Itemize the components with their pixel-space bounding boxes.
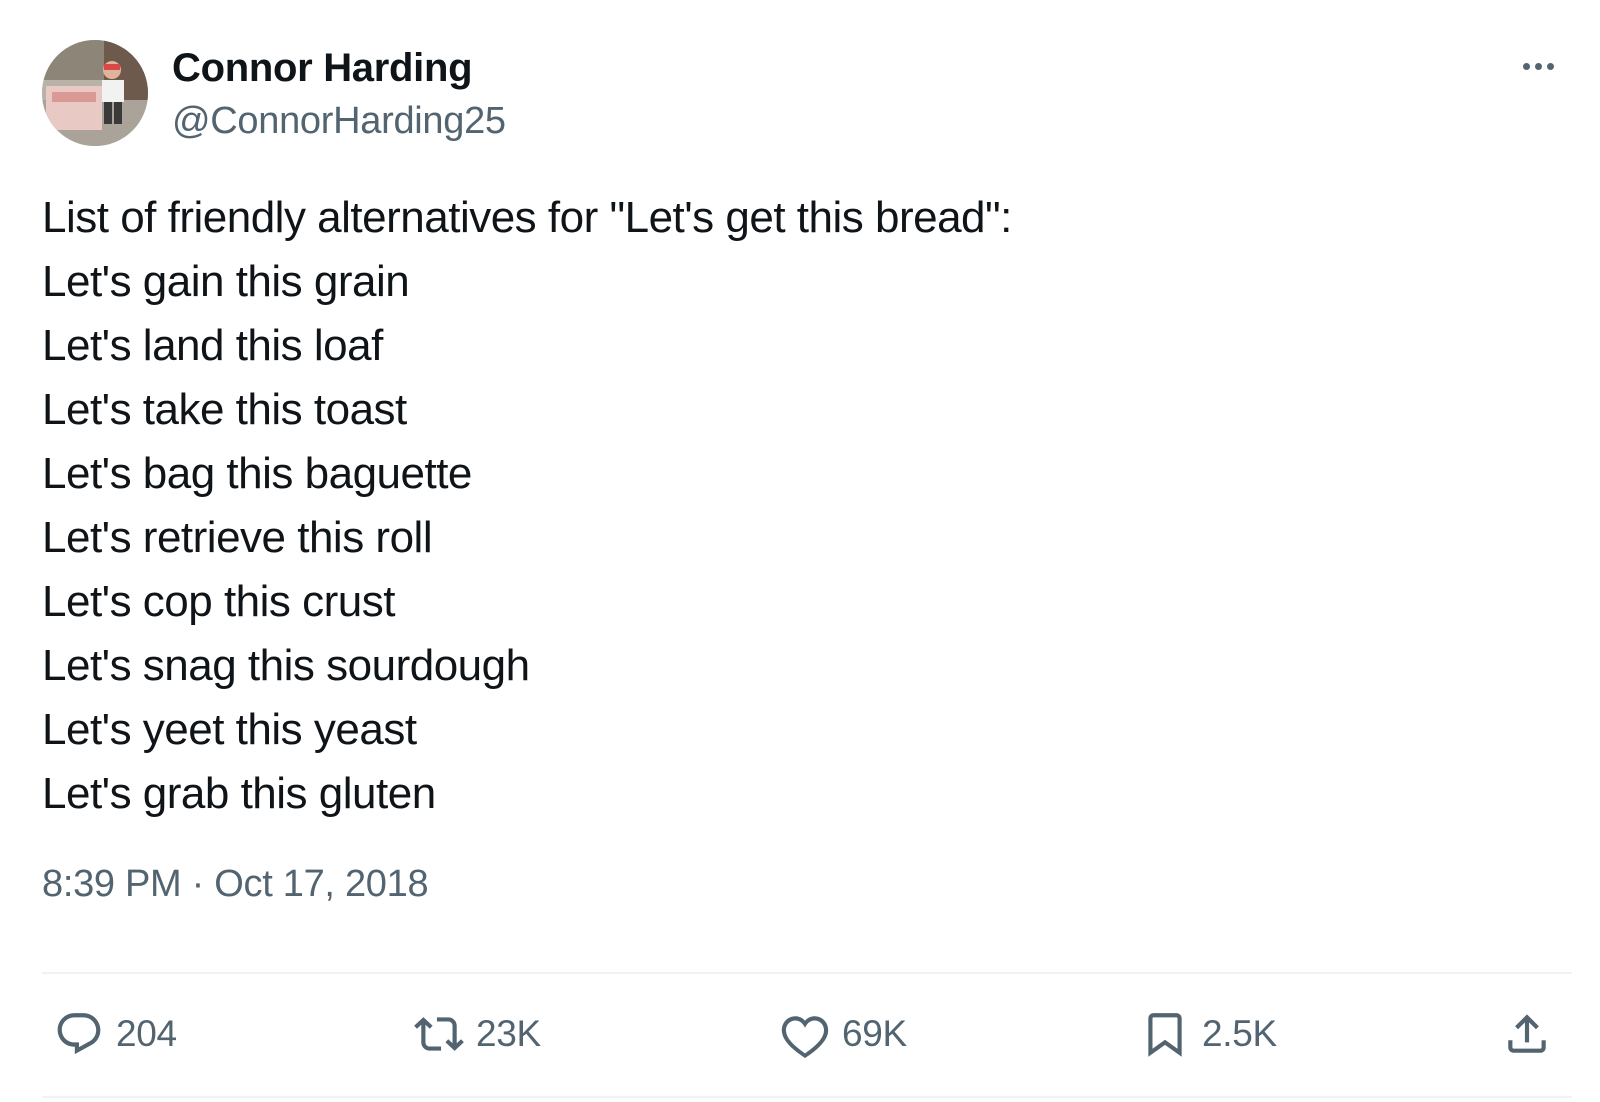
reply-button[interactable]: 204 bbox=[54, 1010, 177, 1058]
author-handle[interactable]: @ConnorHarding25 bbox=[172, 98, 506, 144]
tweet-line: Let's bag this baguette bbox=[42, 449, 472, 498]
more-dots-icon bbox=[1522, 62, 1530, 70]
divider bbox=[42, 1096, 1572, 1098]
divider bbox=[42, 972, 1572, 974]
retweet-arrows-icon bbox=[414, 1017, 464, 1051]
more-options-button[interactable] bbox=[1508, 50, 1568, 82]
author-display-name[interactable]: Connor Harding bbox=[172, 44, 473, 92]
reply-count: 204 bbox=[116, 1013, 177, 1054]
retweet-button[interactable]: 23K bbox=[414, 1010, 541, 1058]
retweet-count: 23K bbox=[476, 1013, 541, 1054]
tweet-line: Let's gain this grain bbox=[42, 257, 410, 306]
heart-icon bbox=[781, 1016, 829, 1059]
tweet-line: Let's yeet this yeast bbox=[42, 705, 417, 754]
tweet-timestamp[interactable]: 8:39 PM · Oct 17, 2018 bbox=[42, 860, 429, 908]
avatar-photo bbox=[42, 40, 148, 146]
tweet-line: Let's land this loaf bbox=[42, 321, 383, 370]
share-button[interactable] bbox=[1502, 1010, 1552, 1058]
bookmark-button[interactable]: 2.5K bbox=[1140, 1010, 1277, 1058]
tweet-line: List of friendly alternatives for "Let's… bbox=[42, 193, 1012, 242]
like-button[interactable]: 69K bbox=[780, 1010, 907, 1059]
tweet-line: Let's cop this crust bbox=[42, 577, 396, 626]
tweet-line: Let's retrieve this roll bbox=[42, 513, 433, 562]
tweet-line: Let's grab this gluten bbox=[42, 769, 436, 818]
avatar[interactable] bbox=[42, 40, 148, 146]
tweet-text: List of friendly alternatives for "Let's… bbox=[42, 186, 1542, 826]
more-dots-icon bbox=[1546, 62, 1554, 70]
tweet-line: Let's take this toast bbox=[42, 385, 407, 434]
reply-bubble-icon bbox=[57, 1013, 101, 1055]
like-count: 69K bbox=[842, 1013, 907, 1054]
more-dots-icon bbox=[1534, 62, 1542, 70]
share-upload-icon bbox=[1508, 1014, 1546, 1053]
bookmark-count: 2.5K bbox=[1202, 1013, 1277, 1054]
tweet-card: Connor Harding @ConnorHarding25 List of … bbox=[0, 0, 1600, 1102]
tweet-line: Let's snag this sourdough bbox=[42, 641, 530, 690]
bookmark-icon bbox=[1148, 1013, 1182, 1057]
